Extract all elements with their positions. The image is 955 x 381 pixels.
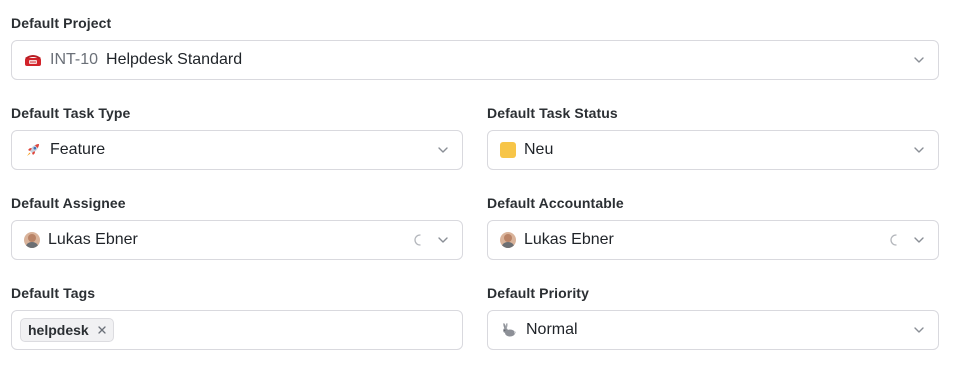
default-assignee-label: Default Assignee [11,195,126,211]
chevron-down-icon[interactable] [912,323,926,337]
avatar [500,232,516,248]
project-key: INT-10 [50,51,99,68]
avatar [24,232,40,248]
loading-spinner-icon [414,234,421,246]
rabbit-icon [500,321,518,339]
default-task-status-select[interactable]: Neu [487,130,939,170]
default-tags-field: Default Tags helpdesk [11,284,463,350]
task-status-value: Neu [524,141,554,158]
default-task-type-select[interactable]: Feature [11,130,463,170]
telephone-icon [24,51,42,69]
default-assignee-select[interactable]: Lukas Ebner [11,220,463,260]
default-assignee-field: Default Assignee Lukas Ebner [11,194,463,260]
project-name: Helpdesk Standard [106,51,243,68]
default-project-field: Default Project INT-10 Helpdesk Standard [11,14,939,80]
tag-label: helpdesk [28,322,89,338]
chevron-down-icon[interactable] [912,143,926,157]
default-tags-input[interactable]: helpdesk [11,310,463,350]
priority-value: Normal [526,321,578,338]
chevron-down-icon[interactable] [912,53,926,67]
default-task-type-label: Default Task Type [11,105,131,121]
default-settings-form: Default Project INT-10 Helpdesk Standard… [0,0,955,381]
default-task-status-field: Default Task Status Neu [487,104,939,170]
default-accountable-field: Default Accountable Lukas Ebner [487,194,939,260]
default-tags-label: Default Tags [11,285,96,301]
close-icon[interactable] [97,325,107,335]
assignee-value: Lukas Ebner [48,231,138,248]
default-project-label: Default Project [11,15,112,31]
status-color-swatch [500,142,516,158]
default-priority-label: Default Priority [487,285,589,301]
default-accountable-label: Default Accountable [487,195,624,211]
default-accountable-select[interactable]: Lukas Ebner [487,220,939,260]
loading-spinner-icon [890,234,897,246]
task-type-value: Feature [50,141,106,158]
default-project-select[interactable]: INT-10 Helpdesk Standard [11,40,939,80]
chevron-down-icon[interactable] [436,143,450,157]
default-priority-field: Default Priority Normal [487,284,939,350]
chevron-down-icon[interactable] [436,233,450,247]
chevron-down-icon[interactable] [912,233,926,247]
rocket-icon [24,141,42,159]
default-task-status-label: Default Task Status [487,105,618,121]
tag-chip: helpdesk [20,318,114,342]
accountable-value: Lukas Ebner [524,231,614,248]
default-task-type-field: Default Task Type Feature [11,104,463,170]
default-priority-select[interactable]: Normal [487,310,939,350]
